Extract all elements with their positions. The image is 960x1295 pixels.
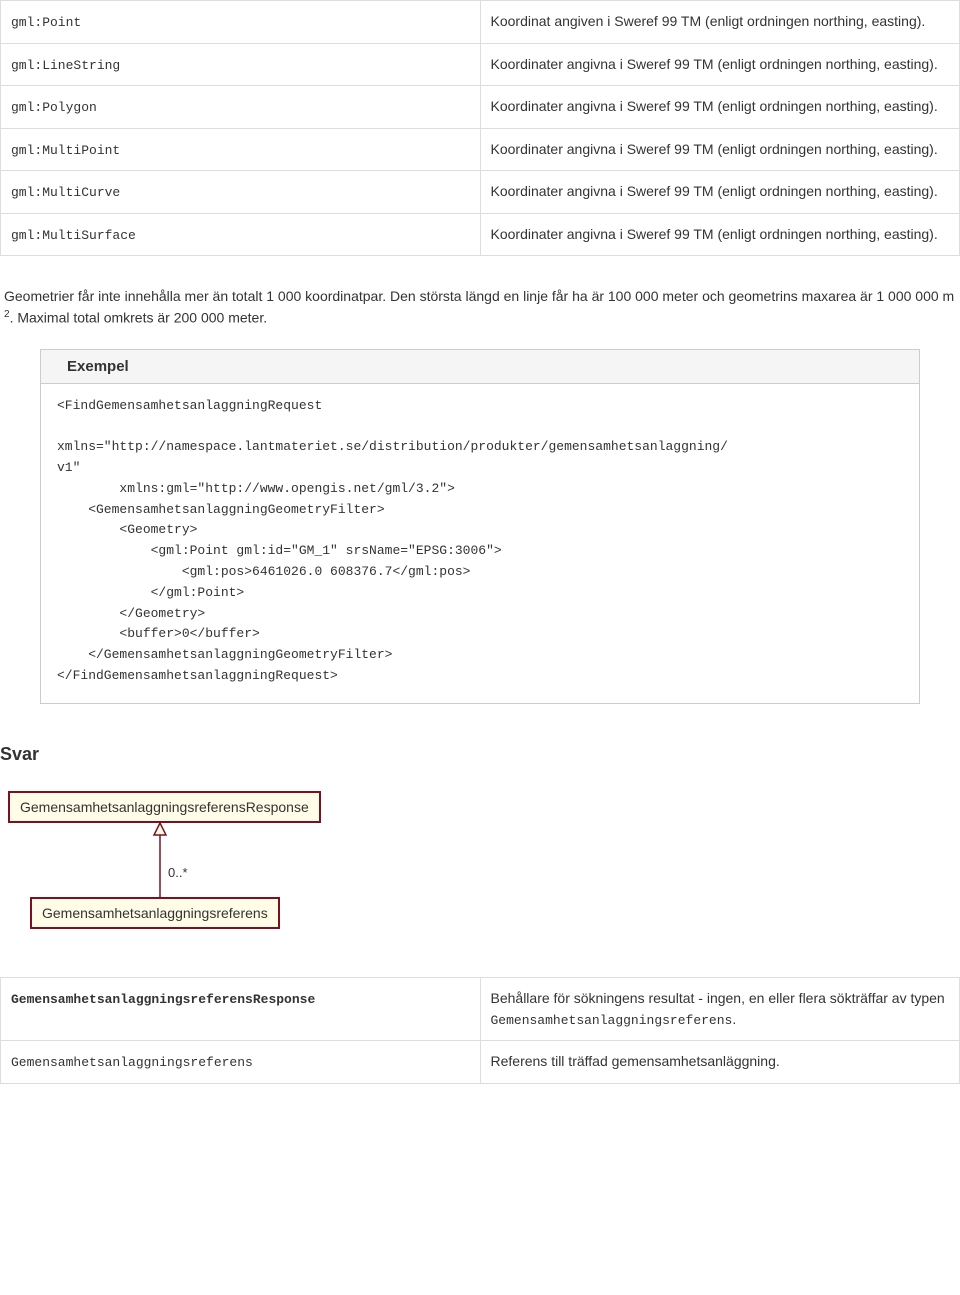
response-desc-suffix: . [732,1011,736,1027]
svar-heading: Svar [0,744,960,765]
uml-class-referens: Gemensamhetsanlaggningsreferens [30,897,280,929]
type-key: gml:MultiPoint [11,143,120,158]
type-key: gml:Polygon [11,100,97,115]
response-desc-prefix: Behållare för sökningens resultat - inge… [491,990,945,1006]
response-desc-code: Gemensamhetsanlaggningsreferens [491,1013,733,1028]
geometry-limits-paragraph: Geometrier får inte innehålla mer än tot… [0,286,960,329]
type-key: gml:Point [11,15,81,30]
type-desc: Koordinater angivna i Sweref 99 TM (enli… [491,98,938,114]
table-row: gml:MultiSurface Koordinater angivna i S… [1,213,960,256]
table-row: Gemensamhetsanlaggningsreferens Referens… [1,1041,960,1084]
response-key: Gemensamhetsanlaggningsreferens [11,1055,253,1070]
type-desc: Koordinat angiven i Sweref 99 TM (enligt… [491,13,926,29]
type-key: gml:LineString [11,58,120,73]
para-text-1: Geometrier får inte innehålla mer än tot… [4,288,954,304]
uml-multiplicity: 0..* [168,865,188,880]
example-panel: Exempel <FindGemensamhetsanlaggningReque… [40,349,920,704]
response-key: GemensamhetsanlaggningsreferensResponse [11,992,315,1007]
table-row: gml:Polygon Koordinater angivna i Sweref… [1,86,960,129]
table-row: GemensamhetsanlaggningsreferensResponse … [1,977,960,1041]
table-row: gml:Point Koordinat angiven i Sweref 99 … [1,1,960,44]
geometry-types-table: gml:Point Koordinat angiven i Sweref 99 … [0,0,960,256]
example-header: Exempel [41,350,919,384]
type-desc: Koordinater angivna i Sweref 99 TM (enli… [491,183,938,199]
type-desc: Koordinater angivna i Sweref 99 TM (enli… [491,56,938,72]
type-desc: Koordinater angivna i Sweref 99 TM (enli… [491,226,938,242]
uml-diagram: GemensamhetsanlaggningsreferensResponse … [0,787,960,947]
type-key: gml:MultiSurface [11,228,136,243]
response-desc-prefix: Referens till träffad gemensamhetsanlägg… [491,1053,780,1069]
example-title: Exempel [53,358,907,375]
table-row: gml:LineString Koordinater angivna i Swe… [1,43,960,86]
table-row: gml:MultiPoint Koordinater angivna i Swe… [1,128,960,171]
type-desc: Koordinater angivna i Sweref 99 TM (enli… [491,141,938,157]
type-key: gml:MultiCurve [11,185,120,200]
table-row: gml:MultiCurve Koordinater angivna i Swe… [1,171,960,214]
para-text-2: . Maximal total omkrets är 200 000 meter… [10,310,268,326]
example-code: <FindGemensamhetsanlaggningRequest xmlns… [57,396,903,687]
response-table: GemensamhetsanlaggningsreferensResponse … [0,977,960,1084]
